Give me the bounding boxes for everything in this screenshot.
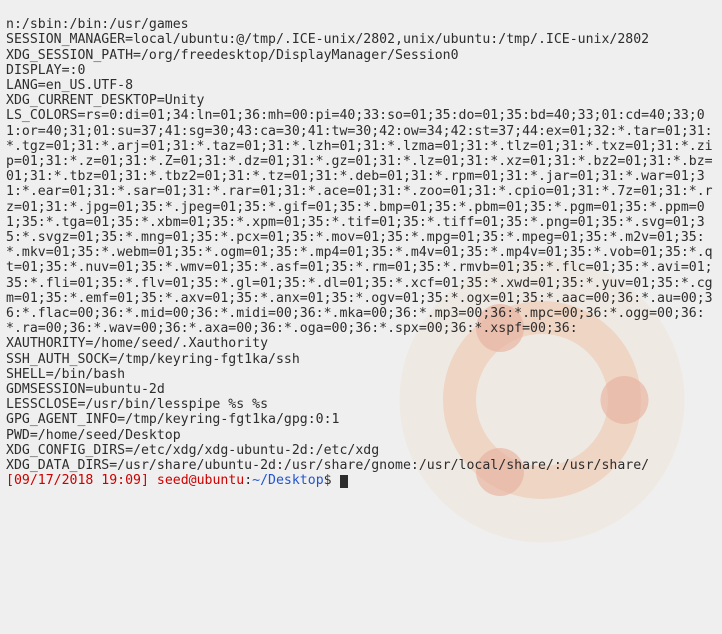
env-ssh-auth-sock: SSH_AUTH_SOCK=/tmp/keyring-fgt1ka/ssh [6,352,300,367]
prompt-cwd: ~/Desktop [252,473,323,488]
prompt-sep: : [244,473,252,488]
env-display: DISPLAY=:0 [6,63,85,78]
env-xdg-config-dirs: XDG_CONFIG_DIRS=/etc/xdg/xdg-ubuntu-2d:/… [6,443,379,458]
env-session-manager: SESSION_MANAGER=local/ubuntu:@/tmp/.ICE-… [6,32,649,47]
prompt-suffix: $ [324,473,340,488]
env-ls-colors: LS_COLORS=rs=0:di=01;34:ln=01;36:mh=00:p… [6,108,713,336]
env-xdg-data-dirs: XDG_DATA_DIRS=/usr/share/ubuntu-2d:/usr/… [6,458,649,473]
prompt-user-host: seed@ubuntu [157,473,244,488]
env-xauthority: XAUTHORITY=/home/seed/.Xauthority [6,336,268,351]
env-shell: SHELL=/bin/bash [6,367,125,382]
env-xdg-current-desktop: XDG_CURRENT_DESKTOP=Unity [6,93,205,108]
env-gdmsession: GDMSESSION=ubuntu-2d [6,382,165,397]
cursor [340,475,348,488]
terminal-output[interactable]: n:/sbin:/bin:/usr/games SESSION_MANAGER=… [0,0,722,493]
env-gpg-agent-info: GPG_AGENT_INFO=/tmp/keyring-fgt1ka/gpg:0… [6,412,339,427]
prompt-timestamp: [09/17/2018 19:09] [6,473,149,488]
env-lessclose: LESSCLOSE=/usr/bin/lesspipe %s %s [6,397,268,412]
env-path-tail: n:/sbin:/bin:/usr/games [6,17,189,32]
env-xdg-session-path: XDG_SESSION_PATH=/org/freedesktop/Displa… [6,48,459,63]
env-lang: LANG=en_US.UTF-8 [6,78,133,93]
shell-prompt[interactable]: [09/17/2018 19:09] seed@ubuntu:~/Desktop… [6,473,348,488]
env-pwd: PWD=/home/seed/Desktop [6,428,181,443]
